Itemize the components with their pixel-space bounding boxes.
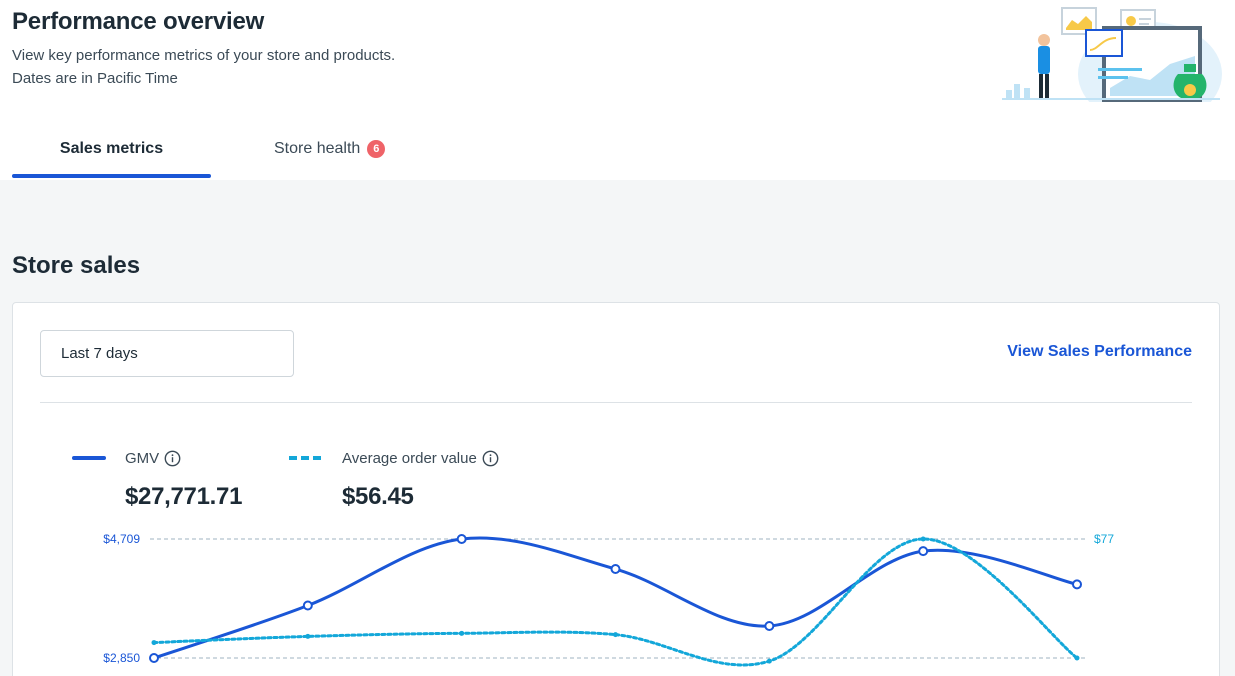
gmv-label: GMV bbox=[125, 449, 160, 467]
store-health-badge: 6 bbox=[367, 140, 386, 158]
page-header: Performance overview View key performanc… bbox=[12, 8, 395, 90]
gmv-legend-swatch bbox=[72, 456, 106, 460]
aov-series-point bbox=[305, 633, 311, 639]
gmv-value: $27,771.71 bbox=[125, 483, 243, 510]
info-icon[interactable] bbox=[482, 450, 499, 467]
tab-store-health-label: Store health bbox=[274, 140, 361, 157]
tab-bar: Sales metrics Store health 6 bbox=[12, 118, 1235, 180]
aov-series-point bbox=[1074, 655, 1080, 661]
aov-series-line bbox=[152, 537, 1079, 667]
y-left-tick-label: $4,709 bbox=[103, 532, 140, 546]
aov-value: $56.45 bbox=[342, 483, 414, 510]
gmv-series-point bbox=[918, 546, 929, 557]
gmv-series-point bbox=[1072, 579, 1082, 590]
aov-series-point bbox=[151, 640, 157, 646]
aov-legend-swatch bbox=[289, 456, 323, 460]
page-subtitle: View key performance metrics of your sto… bbox=[12, 44, 395, 90]
gmv-series-point bbox=[764, 620, 775, 631]
analytics-illustration bbox=[1002, 7, 1222, 102]
subtitle-timezone: Dates are in Pacific Time bbox=[12, 70, 178, 87]
section-title: Store sales bbox=[12, 252, 141, 279]
store-sales-chart: $4,709 $2,850 $77 bbox=[103, 532, 1114, 667]
subtitle-description: View key performance metrics of your sto… bbox=[12, 47, 396, 64]
date-range-select[interactable]: Last 7 days bbox=[40, 330, 294, 377]
aov-metric: Average order value $56.45 bbox=[289, 447, 499, 511]
gmv-series-point bbox=[149, 653, 159, 663]
info-icon[interactable] bbox=[164, 450, 181, 467]
aov-series-point bbox=[920, 536, 926, 542]
gmv-series-point bbox=[456, 534, 467, 544]
aov-series-point bbox=[613, 632, 618, 638]
gmv-series-point bbox=[610, 564, 621, 575]
y-left-tick-label: $2,850 bbox=[103, 651, 140, 665]
gmv-series-line bbox=[152, 536, 1079, 660]
view-sales-performance-link[interactable]: View Sales Performance bbox=[1007, 343, 1192, 361]
gmv-series-point bbox=[302, 600, 313, 611]
y-right-tick-label: $77 bbox=[1094, 532, 1114, 546]
aov-series-point bbox=[459, 630, 465, 636]
tab-sales-metrics[interactable]: Sales metrics bbox=[12, 118, 211, 180]
page-title: Performance overview bbox=[12, 8, 265, 35]
aov-label: Average order value bbox=[342, 449, 477, 467]
aov-series-point bbox=[766, 658, 772, 664]
tab-store-health[interactable]: Store health 6 bbox=[274, 118, 414, 180]
gmv-metric: GMV $27,771.71 bbox=[72, 447, 242, 511]
card-divider bbox=[40, 402, 1192, 403]
tab-sales-metrics-label: Sales metrics bbox=[59, 140, 164, 157]
